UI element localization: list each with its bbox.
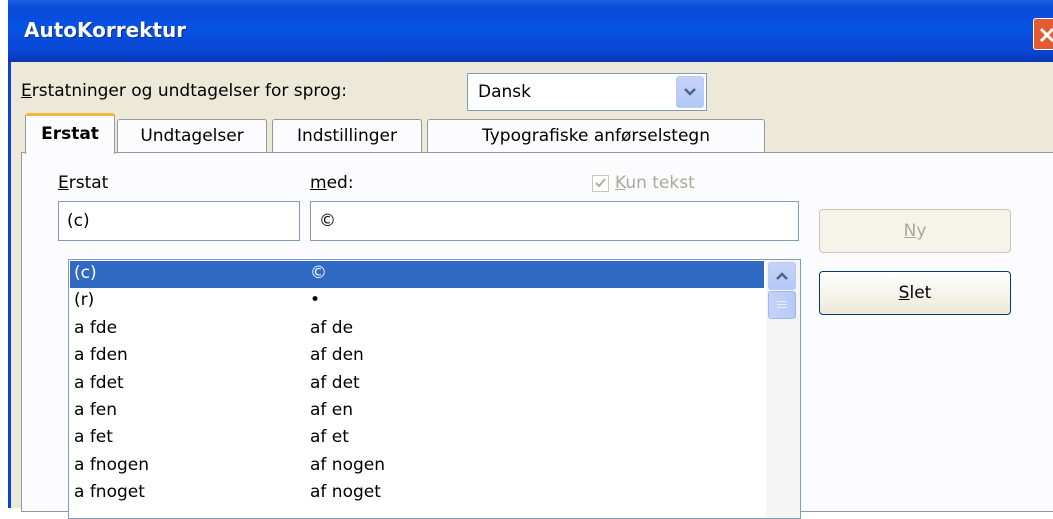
close-icon xyxy=(1039,27,1053,43)
list-item-from: a fnogen xyxy=(74,454,150,475)
language-label: Erstatninger og undtagelser for sprog: xyxy=(21,81,347,101)
list-item[interactable]: a fde af de xyxy=(70,316,764,343)
new-button-mnemonic: N xyxy=(903,221,917,241)
dropdown-button[interactable] xyxy=(676,76,704,108)
tab-erstat-label: Erstat xyxy=(41,124,99,144)
replacement-list[interactable]: (c) © (r) • a fde af de a fden af den a fdet af d… xyxy=(68,259,801,519)
list-item-from: (c) xyxy=(74,263,97,283)
new-button[interactable]: Ny xyxy=(819,209,1011,253)
text-only-checkbox[interactable] xyxy=(592,175,609,192)
tab-typografiske-anforselstegn[interactable]: Typografiske anførselstegn xyxy=(427,119,765,153)
list-item[interactable]: a fen af en xyxy=(70,398,764,425)
vertical-scrollbar[interactable] xyxy=(766,260,800,518)
text-only-label-rest: un tekst xyxy=(625,173,695,193)
replace-label-mnemonic: E xyxy=(58,173,69,193)
list-item[interactable]: (c) © xyxy=(70,261,764,288)
list-item-to: © xyxy=(310,263,327,283)
tab-indstillinger[interactable]: Indstillinger xyxy=(272,119,422,153)
text-only-label-mnemonic: K xyxy=(615,173,626,193)
scroll-up-button[interactable] xyxy=(768,262,796,290)
list-item-from: a fen xyxy=(74,400,118,420)
new-button-rest: y xyxy=(916,221,927,241)
scroll-thumb[interactable] xyxy=(768,291,796,319)
tab-erstat[interactable]: Erstat xyxy=(25,113,115,154)
list-item-to: af de xyxy=(310,317,354,338)
list-item-to: af nogen xyxy=(310,454,386,475)
list-item-to: af et xyxy=(310,427,349,448)
list-item-to: af det xyxy=(310,372,360,393)
list-item-from: (r) xyxy=(74,290,95,311)
list-item-from: a fet xyxy=(74,427,113,448)
language-label-mnemonic: E xyxy=(21,81,32,101)
autokorrektur-dialog: AutoKorrektur Erstatninger og undtagelse… xyxy=(8,0,1053,519)
list-item-from: a fdet xyxy=(74,372,124,393)
list-item[interactable]: a fet af et xyxy=(70,425,764,452)
delete-button-mnemonic: S xyxy=(898,283,910,303)
chevron-down-icon xyxy=(684,88,696,96)
replace-input[interactable]: (c) xyxy=(58,201,300,241)
with-label-mnemonic: m xyxy=(310,173,327,193)
language-label-rest: rstatninger og undtagelser for sprog: xyxy=(31,81,347,101)
language-select-value: Dansk xyxy=(478,82,531,102)
replace-label-rest: rstat xyxy=(68,173,109,193)
with-input[interactable]: © xyxy=(310,201,799,241)
list-item[interactable]: (r) • xyxy=(70,288,764,315)
list-item-from: a fnoget xyxy=(74,482,145,503)
replace-panel: Erstat med: Kun tekst (c) © Ny Slet (c) ©… xyxy=(21,152,1053,519)
chevron-up-icon xyxy=(776,272,788,280)
list-item[interactable]: a fden af den xyxy=(70,343,764,370)
with-label-rest: ed: xyxy=(326,173,354,193)
tab-undtagelser[interactable]: Undtagelser xyxy=(117,119,267,153)
delete-button[interactable]: Slet xyxy=(819,271,1011,315)
language-select[interactable]: Dansk xyxy=(467,73,707,111)
list-item[interactable]: a fnogen af nogen xyxy=(70,453,764,480)
text-only-label: Kun tekst xyxy=(615,173,695,193)
window-title: AutoKorrektur xyxy=(24,18,187,42)
tab-undtagelser-label: Undtagelser xyxy=(140,126,244,146)
delete-button-rest: let xyxy=(909,283,932,303)
list-item-to: • xyxy=(310,290,321,311)
list-item-from: a fden xyxy=(74,345,128,366)
checkmark-icon xyxy=(595,178,606,188)
list-item-from: a fde xyxy=(74,317,118,338)
close-button[interactable] xyxy=(1033,18,1053,50)
tab-typografiske-label: Typografiske anførselstegn xyxy=(481,126,710,146)
list-item-to: af den xyxy=(310,345,364,366)
list-item-to: af noget xyxy=(310,482,381,503)
replace-label: Erstat xyxy=(58,173,108,193)
list-item[interactable]: a fdet af det xyxy=(70,371,764,398)
title-bar[interactable]: AutoKorrektur xyxy=(8,0,1053,62)
tab-indstillinger-label: Indstillinger xyxy=(296,126,397,146)
with-label: med: xyxy=(310,173,354,193)
list-item[interactable]: a fnoget af noget xyxy=(70,480,764,507)
list-item-to: af en xyxy=(310,400,354,420)
